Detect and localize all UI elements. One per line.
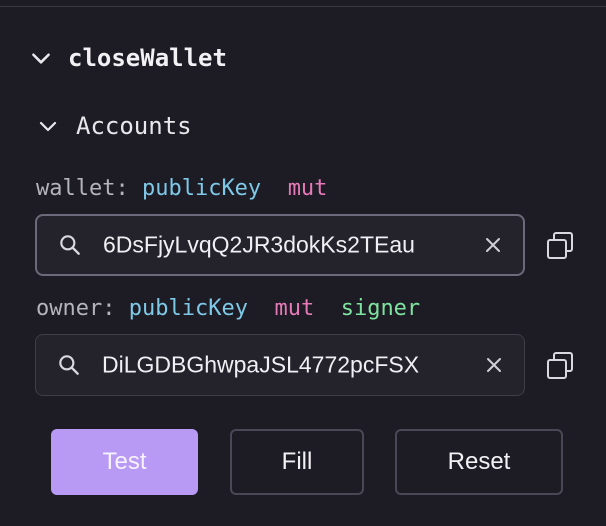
instruction-header[interactable]: closeWallet (28, 44, 227, 72)
top-divider (0, 6, 606, 7)
close-icon[interactable] (484, 355, 504, 375)
mut-flag: mut (274, 296, 315, 321)
test-button[interactable]: Test (51, 429, 198, 495)
chevron-down-icon[interactable] (36, 114, 60, 138)
copy-icon[interactable] (545, 231, 575, 261)
account-name: wallet: (36, 176, 129, 201)
accounts-header[interactable]: Accounts (36, 112, 192, 140)
owner-input-value[interactable]: DiLGDBGhwpaJSL4772pcFSX (102, 352, 462, 379)
wallet-label: wallet: publicKey mut (36, 176, 327, 201)
owner-input[interactable]: DiLGDBGhwpaJSL4772pcFSX (35, 334, 525, 396)
signer-flag: signer (340, 296, 421, 321)
account-type: publicKey (141, 176, 262, 201)
search-icon (59, 355, 79, 375)
wallet-input[interactable]: 6DsFjyLvqQ2JR3dokKs2TEau (35, 214, 525, 276)
mut-flag: mut (287, 176, 328, 201)
reset-button[interactable]: Reset (395, 429, 563, 495)
chevron-down-icon[interactable] (28, 45, 54, 71)
wallet-input-value[interactable]: 6DsFjyLvqQ2JR3dokKs2TEau (103, 232, 463, 259)
accounts-title: Accounts (76, 112, 192, 140)
owner-label: owner: publicKey mut signer (36, 296, 420, 321)
copy-icon[interactable] (545, 351, 575, 381)
close-icon[interactable] (483, 235, 503, 255)
account-type: publicKey (128, 296, 248, 321)
account-name: owner: (36, 296, 116, 321)
search-icon (60, 235, 80, 255)
instruction-title: closeWallet (68, 44, 227, 72)
fill-button[interactable]: Fill (230, 429, 364, 495)
